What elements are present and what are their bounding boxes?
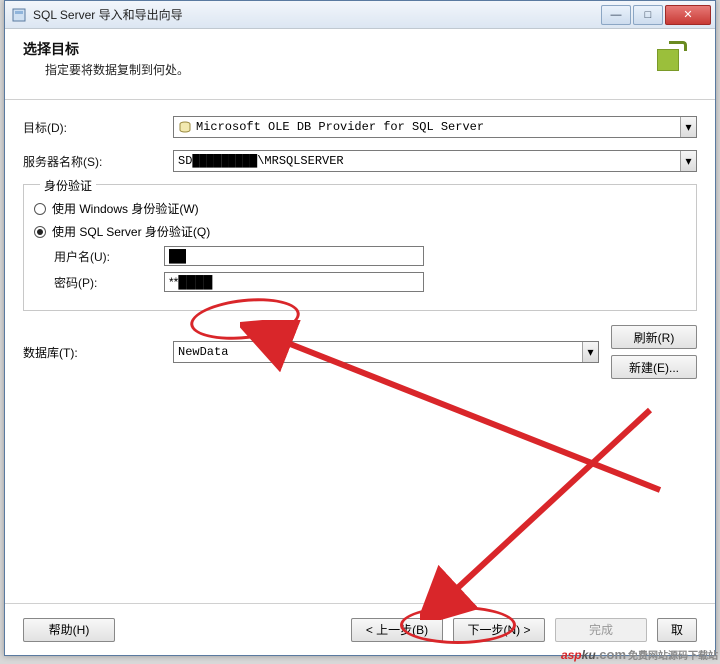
password-label: 密码(P):	[54, 274, 164, 291]
username-row: 用户名(U): ██	[54, 246, 686, 266]
auth-windows-label: 使用 Windows 身份验证(W)	[52, 200, 199, 217]
finish-button: 完成	[555, 618, 647, 642]
new-button[interactable]: 新建(E)...	[611, 355, 697, 379]
destination-row: 目标(D): Microsoft OLE DB Provider for SQL…	[23, 116, 697, 138]
server-row: 服务器名称(S): SD█████████\MRSQLSERVER ▾	[23, 150, 697, 172]
auth-fieldset: 身份验证 使用 Windows 身份验证(W) 使用 SQL Server 身份…	[23, 184, 697, 311]
server-label: 服务器名称(S):	[23, 153, 173, 170]
app-icon	[11, 7, 27, 23]
wizard-window: SQL Server 导入和导出向导 — □ ✕ 选择目标 指定要将数据复制到何…	[4, 0, 716, 656]
header-icon	[651, 39, 697, 85]
chevron-down-icon: ▾	[582, 342, 598, 362]
database-row: 数据库(T): NewData ▾ 刷新(R) 新建(E)...	[23, 325, 697, 379]
help-button[interactable]: 帮助(H)	[23, 618, 115, 642]
auth-legend: 身份验证	[40, 177, 96, 194]
window-buttons: — □ ✕	[599, 5, 711, 25]
wizard-footer: 帮助(H) < 上一步(B) 下一步(N) > 完成 取	[5, 603, 715, 655]
server-select[interactable]: SD█████████\MRSQLSERVER ▾	[173, 150, 697, 172]
refresh-button[interactable]: 刷新(R)	[611, 325, 697, 349]
radio-unchecked-icon	[34, 203, 46, 215]
wizard-content: 目标(D): Microsoft OLE DB Provider for SQL…	[5, 100, 715, 379]
chevron-down-icon: ▾	[680, 151, 696, 171]
titlebar[interactable]: SQL Server 导入和导出向导 — □ ✕	[5, 1, 715, 29]
cancel-button[interactable]: 取	[657, 618, 697, 642]
page-subtitle: 指定要将数据复制到何处。	[45, 61, 651, 78]
minimize-button[interactable]: —	[601, 5, 631, 25]
username-input[interactable]: ██	[164, 246, 424, 266]
maximize-button[interactable]: □	[633, 5, 663, 25]
auth-sql-label: 使用 SQL Server 身份验证(Q)	[52, 223, 210, 240]
next-button[interactable]: 下一步(N) >	[453, 618, 545, 642]
close-button[interactable]: ✕	[665, 5, 711, 25]
destination-label: 目标(D):	[23, 119, 173, 136]
wizard-header: 选择目标 指定要将数据复制到何处。	[5, 29, 715, 100]
window-title: SQL Server 导入和导出向导	[33, 6, 599, 23]
database-label: 数据库(T):	[23, 344, 173, 361]
destination-value: Microsoft OLE DB Provider for SQL Server	[196, 120, 680, 134]
page-title: 选择目标	[23, 39, 651, 59]
server-value: SD█████████\MRSQLSERVER	[178, 154, 680, 168]
database-select[interactable]: NewData ▾	[173, 341, 599, 363]
database-value: NewData	[178, 345, 582, 359]
back-button[interactable]: < 上一步(B)	[351, 618, 443, 642]
password-input[interactable]: **████	[164, 272, 424, 292]
username-label: 用户名(U):	[54, 248, 164, 265]
auth-sql-radio[interactable]: 使用 SQL Server 身份验证(Q)	[34, 223, 686, 240]
destination-select[interactable]: Microsoft OLE DB Provider for SQL Server…	[173, 116, 697, 138]
auth-windows-radio[interactable]: 使用 Windows 身份验证(W)	[34, 200, 686, 217]
radio-checked-icon	[34, 226, 46, 238]
database-provider-icon	[178, 120, 192, 134]
password-row: 密码(P): **████	[54, 272, 686, 292]
chevron-down-icon: ▾	[680, 117, 696, 137]
